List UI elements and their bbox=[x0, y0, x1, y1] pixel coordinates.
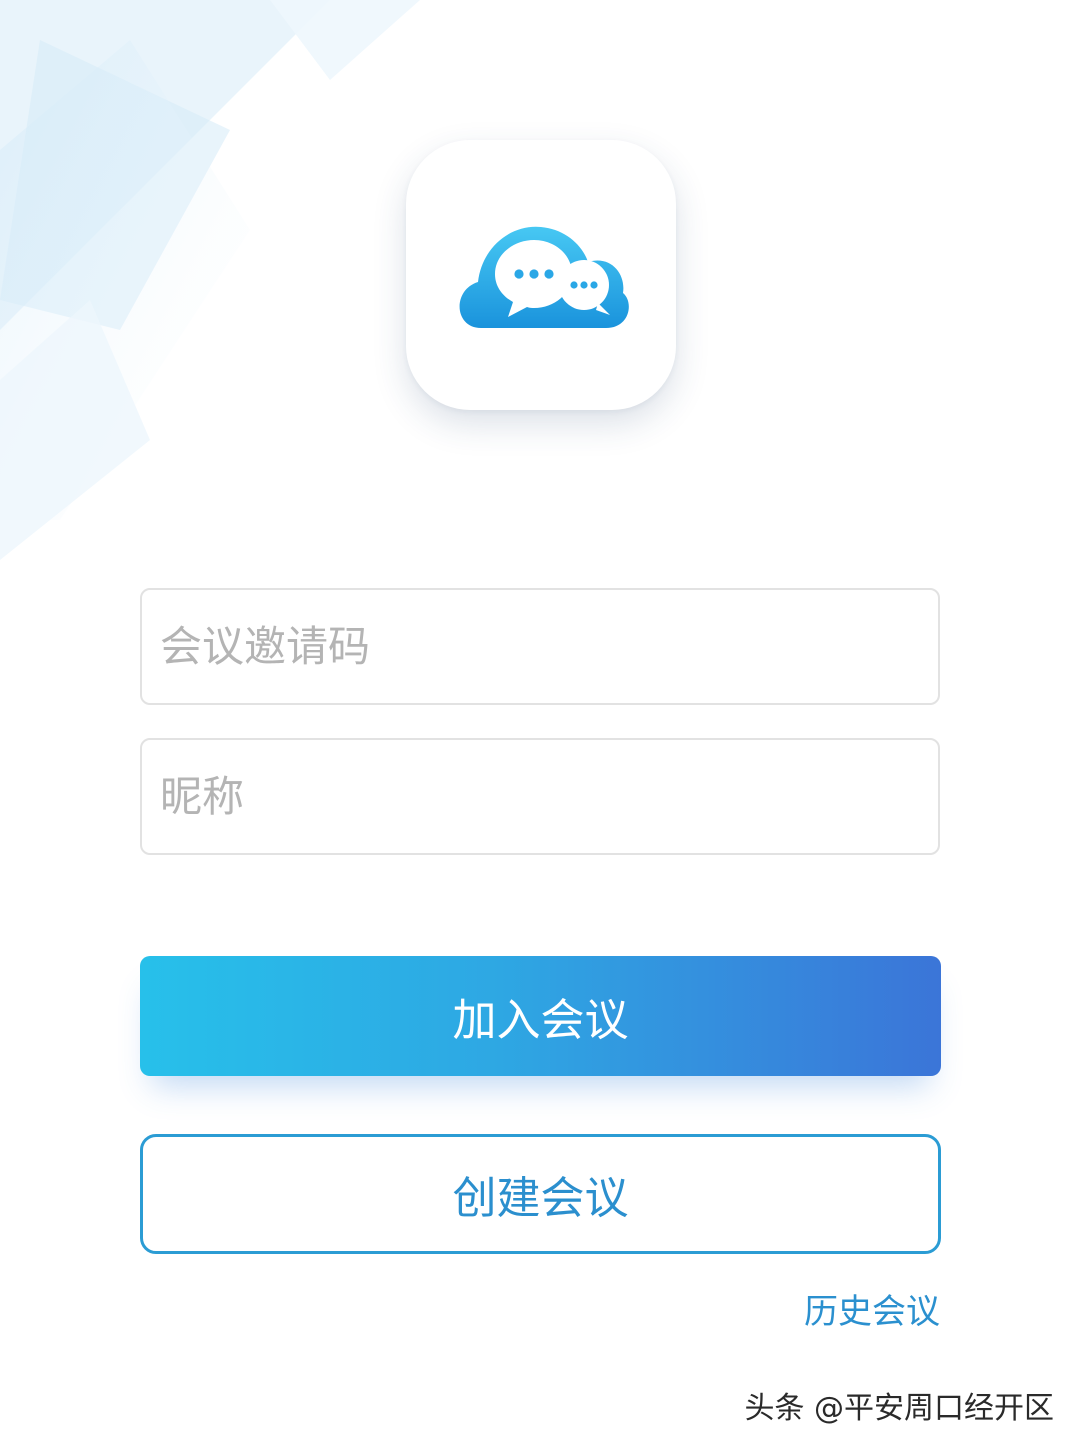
nickname-input[interactable] bbox=[140, 738, 940, 855]
watermark-text: 头条 @平安周口经开区 bbox=[744, 1391, 1054, 1426]
join-meeting-button[interactable]: 加入会议 bbox=[140, 956, 941, 1076]
create-meeting-button[interactable]: 创建会议 bbox=[140, 1134, 941, 1254]
cloud-chat-icon bbox=[459, 226, 629, 328]
history-meetings-link[interactable]: 历史会议 bbox=[804, 1284, 940, 1333]
app-logo bbox=[406, 140, 676, 410]
invite-code-input[interactable] bbox=[140, 588, 940, 705]
